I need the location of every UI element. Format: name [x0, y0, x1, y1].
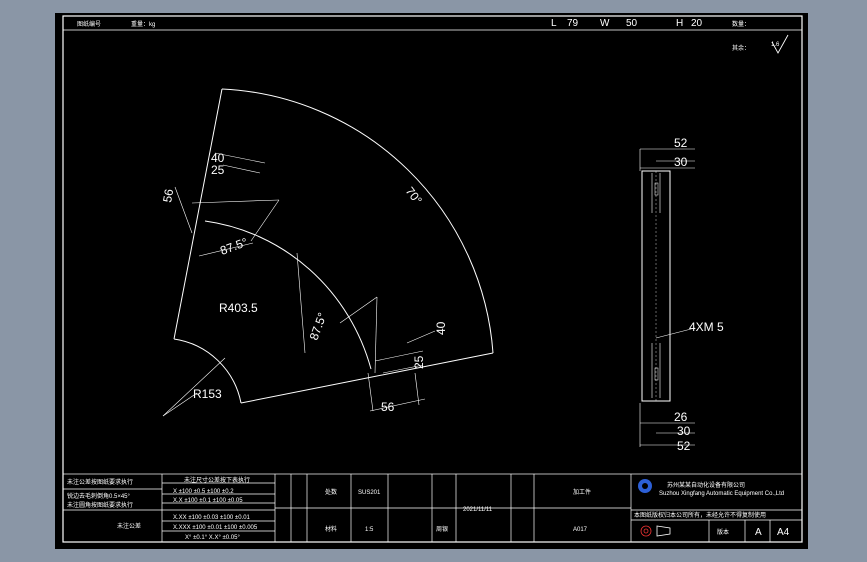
roughness-value: 1.6	[771, 42, 780, 48]
tb-material: SUS201	[358, 490, 381, 496]
dim-angle-bottom: 87.5°	[307, 311, 330, 342]
tb-company-cn: 苏州某某自动化设备有限公司	[667, 481, 745, 489]
tb-tolerance-row-3: X.XX ±100 ±0.03 ±100 ±0.01	[173, 515, 251, 521]
tb-tolerance-row-4: X.XXX ±100 ±0.01 ±100 ±0.005	[173, 525, 258, 531]
tb-process: 加工件	[573, 488, 591, 496]
projection-symbol-icon	[640, 525, 671, 537]
cad-drawing: 图纸编号 重量：kg L 79 W 50 H 20 数量： 其余： 1.6 40…	[62, 15, 803, 543]
tb-disclaimer: 本图纸版权归本公司所有，未经允许不得复制使用	[634, 511, 766, 519]
side-view-outline	[641, 170, 671, 402]
header-weight-label: 重量：kg	[131, 20, 155, 28]
surface-finish-label: 其余：	[732, 44, 750, 52]
header-qty-label: 数量：	[732, 20, 750, 28]
header-l-label: L	[551, 18, 557, 29]
dim-side-top-52: 52	[674, 136, 688, 150]
tb-col-material: 材料	[325, 525, 337, 533]
tb-tolerance-title: 未注尺寸公差按下表执行	[184, 476, 250, 484]
dim-side-bottom-26: 26	[674, 410, 688, 424]
tb-revision-value: A	[755, 527, 762, 538]
dim-side-bottom-52: 52	[677, 439, 691, 453]
tb-scale: 1:5	[365, 527, 374, 533]
tb-note-3: 未注圆角按图纸要求执行	[67, 501, 133, 509]
header-h-value: 20	[691, 18, 703, 29]
tb-part-number: A017	[573, 527, 588, 533]
tb-note-1: 未注公差按图纸要求执行	[67, 478, 133, 486]
tb-designer: 周银	[436, 525, 448, 533]
company-logo	[638, 479, 652, 493]
dim-side-bottom-30: 30	[677, 424, 691, 438]
tb-col-qty: 处数	[325, 488, 337, 496]
tb-company-en: Suzhou Xingfang Automatic Equipment Co.,…	[659, 491, 784, 497]
side-view-dimension-lines	[639, 148, 696, 447]
tb-paper-size: A4	[777, 527, 790, 538]
header-drawing-no-label: 图纸编号	[77, 20, 101, 28]
tb-tolerance-row-2: X.X ±100 ±0.1 ±100 ±0.05	[173, 498, 243, 504]
dim-right-40: 40	[434, 321, 448, 335]
tb-tolerance-angles: X° ±0.1° X.X° ±0.05°	[185, 535, 240, 541]
tb-note-2: 锐边去毛刺倒角0.5×45°	[67, 492, 131, 500]
tb-general-label: 未注公差	[117, 522, 141, 530]
drawing-border	[62, 15, 803, 543]
header-w-label: W	[600, 18, 610, 29]
dim-angle-top: 87.5°	[218, 235, 249, 258]
tb-tolerance-row-1: X ±100 ±0.5 ±100 ±0.2	[173, 489, 234, 495]
drawing-sheet: 图纸编号 重量：kg L 79 W 50 H 20 数量： 其余： 1.6 40…	[55, 13, 808, 549]
dim-side-top-30: 30	[674, 155, 688, 169]
header-h-label: H	[676, 18, 683, 29]
plan-dimension-lines	[162, 152, 436, 417]
dim-radius-outer: R403.5	[219, 301, 258, 315]
dim-bottom-56: 56	[381, 400, 395, 414]
dim-angle-arc: 70°	[403, 184, 425, 207]
header-l-value: 79	[567, 18, 579, 29]
dim-top-25: 25	[211, 163, 225, 177]
dim-radius-inner: R153	[193, 387, 222, 401]
dim-left-56: 56	[160, 188, 176, 204]
tb-revision-label: 版本	[717, 528, 729, 536]
dim-right-25: 25	[412, 355, 426, 369]
header-w-value: 50	[626, 18, 638, 29]
dim-thread-note: 4XM 5	[689, 320, 724, 334]
tb-date: 2021/11/11	[463, 507, 493, 513]
